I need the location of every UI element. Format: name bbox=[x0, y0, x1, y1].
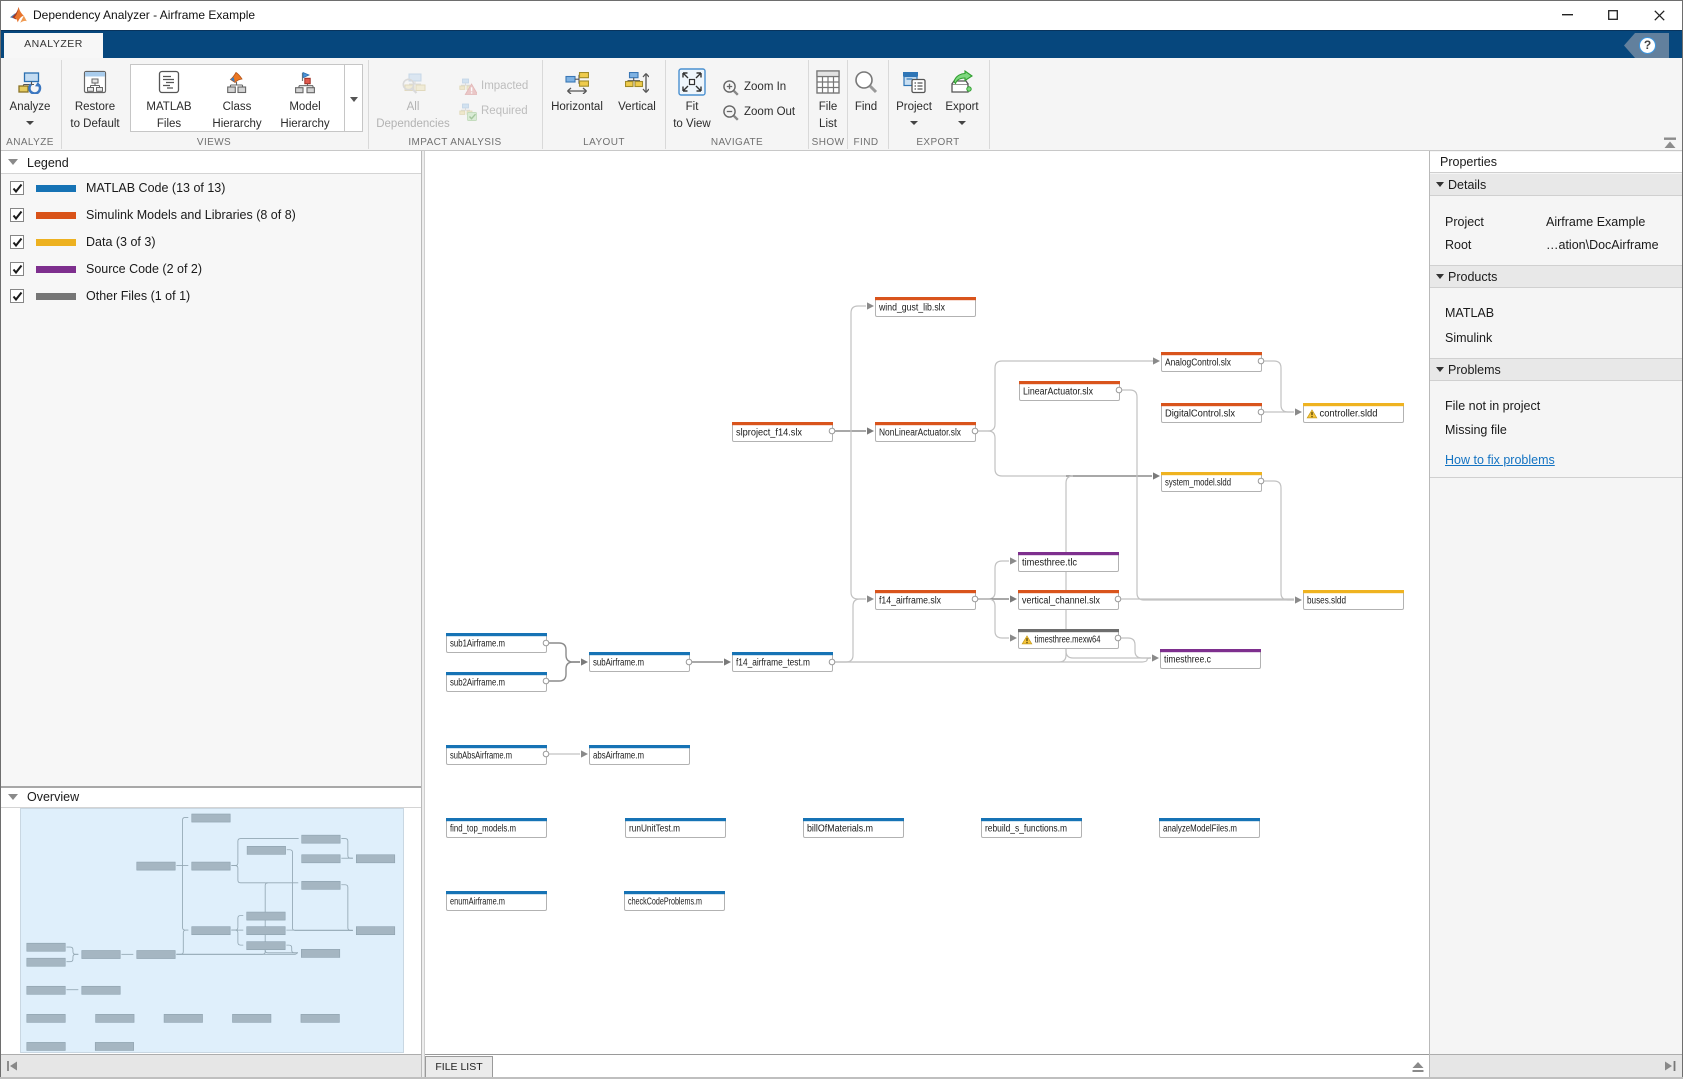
svg-text:timesthree.mexw64: timesthree.mexw64 bbox=[1035, 635, 1101, 646]
svg-text:AnalogControl.slx: AnalogControl.slx bbox=[1165, 358, 1231, 369]
svg-text:timesthree.c: timesthree.c bbox=[1164, 655, 1211, 666]
svg-text:system_model.sldd: system_model.sldd bbox=[1165, 478, 1231, 489]
svg-text:f14_airframe_test.m: f14_airframe_test.m bbox=[736, 658, 810, 669]
svg-text:controller.sldd: controller.sldd bbox=[1320, 409, 1378, 420]
svg-text:slproject_f14.slx: slproject_f14.slx bbox=[736, 428, 802, 439]
svg-text:wind_gust_lib.slx: wind_gust_lib.slx bbox=[878, 303, 945, 314]
svg-text:sub1Airframe.m: sub1Airframe.m bbox=[450, 639, 505, 650]
svg-text:checkCodeProblems.m: checkCodeProblems.m bbox=[628, 897, 702, 908]
svg-text:DigitalControl.slx: DigitalControl.slx bbox=[1165, 409, 1235, 420]
svg-text:find_top_models.m: find_top_models.m bbox=[450, 824, 516, 835]
svg-text:runUnitTest.m: runUnitTest.m bbox=[629, 824, 680, 835]
svg-text:LinearActuator.slx: LinearActuator.slx bbox=[1023, 387, 1093, 398]
svg-text:sub2Airframe.m: sub2Airframe.m bbox=[450, 678, 505, 689]
svg-text:NonLinearActuator.slx: NonLinearActuator.slx bbox=[879, 428, 961, 439]
svg-text:absAirframe.m: absAirframe.m bbox=[593, 751, 644, 762]
svg-text:enumAirframe.m: enumAirframe.m bbox=[450, 897, 505, 908]
svg-text:rebuild_s_functions.m: rebuild_s_functions.m bbox=[985, 824, 1067, 835]
svg-text:vertical_channel.slx: vertical_channel.slx bbox=[1022, 596, 1100, 607]
svg-text:subAirframe.m: subAirframe.m bbox=[593, 658, 644, 669]
svg-text:timesthree.tlc: timesthree.tlc bbox=[1022, 558, 1077, 569]
svg-text:f14_airframe.slx: f14_airframe.slx bbox=[879, 596, 941, 607]
svg-text:analyzeModelFiles.m: analyzeModelFiles.m bbox=[1163, 824, 1237, 835]
svg-text:subAbsAirframe.m: subAbsAirframe.m bbox=[450, 751, 512, 762]
svg-text:buses.sldd: buses.sldd bbox=[1307, 596, 1346, 607]
svg-text:billOfMaterials.m: billOfMaterials.m bbox=[807, 824, 873, 835]
